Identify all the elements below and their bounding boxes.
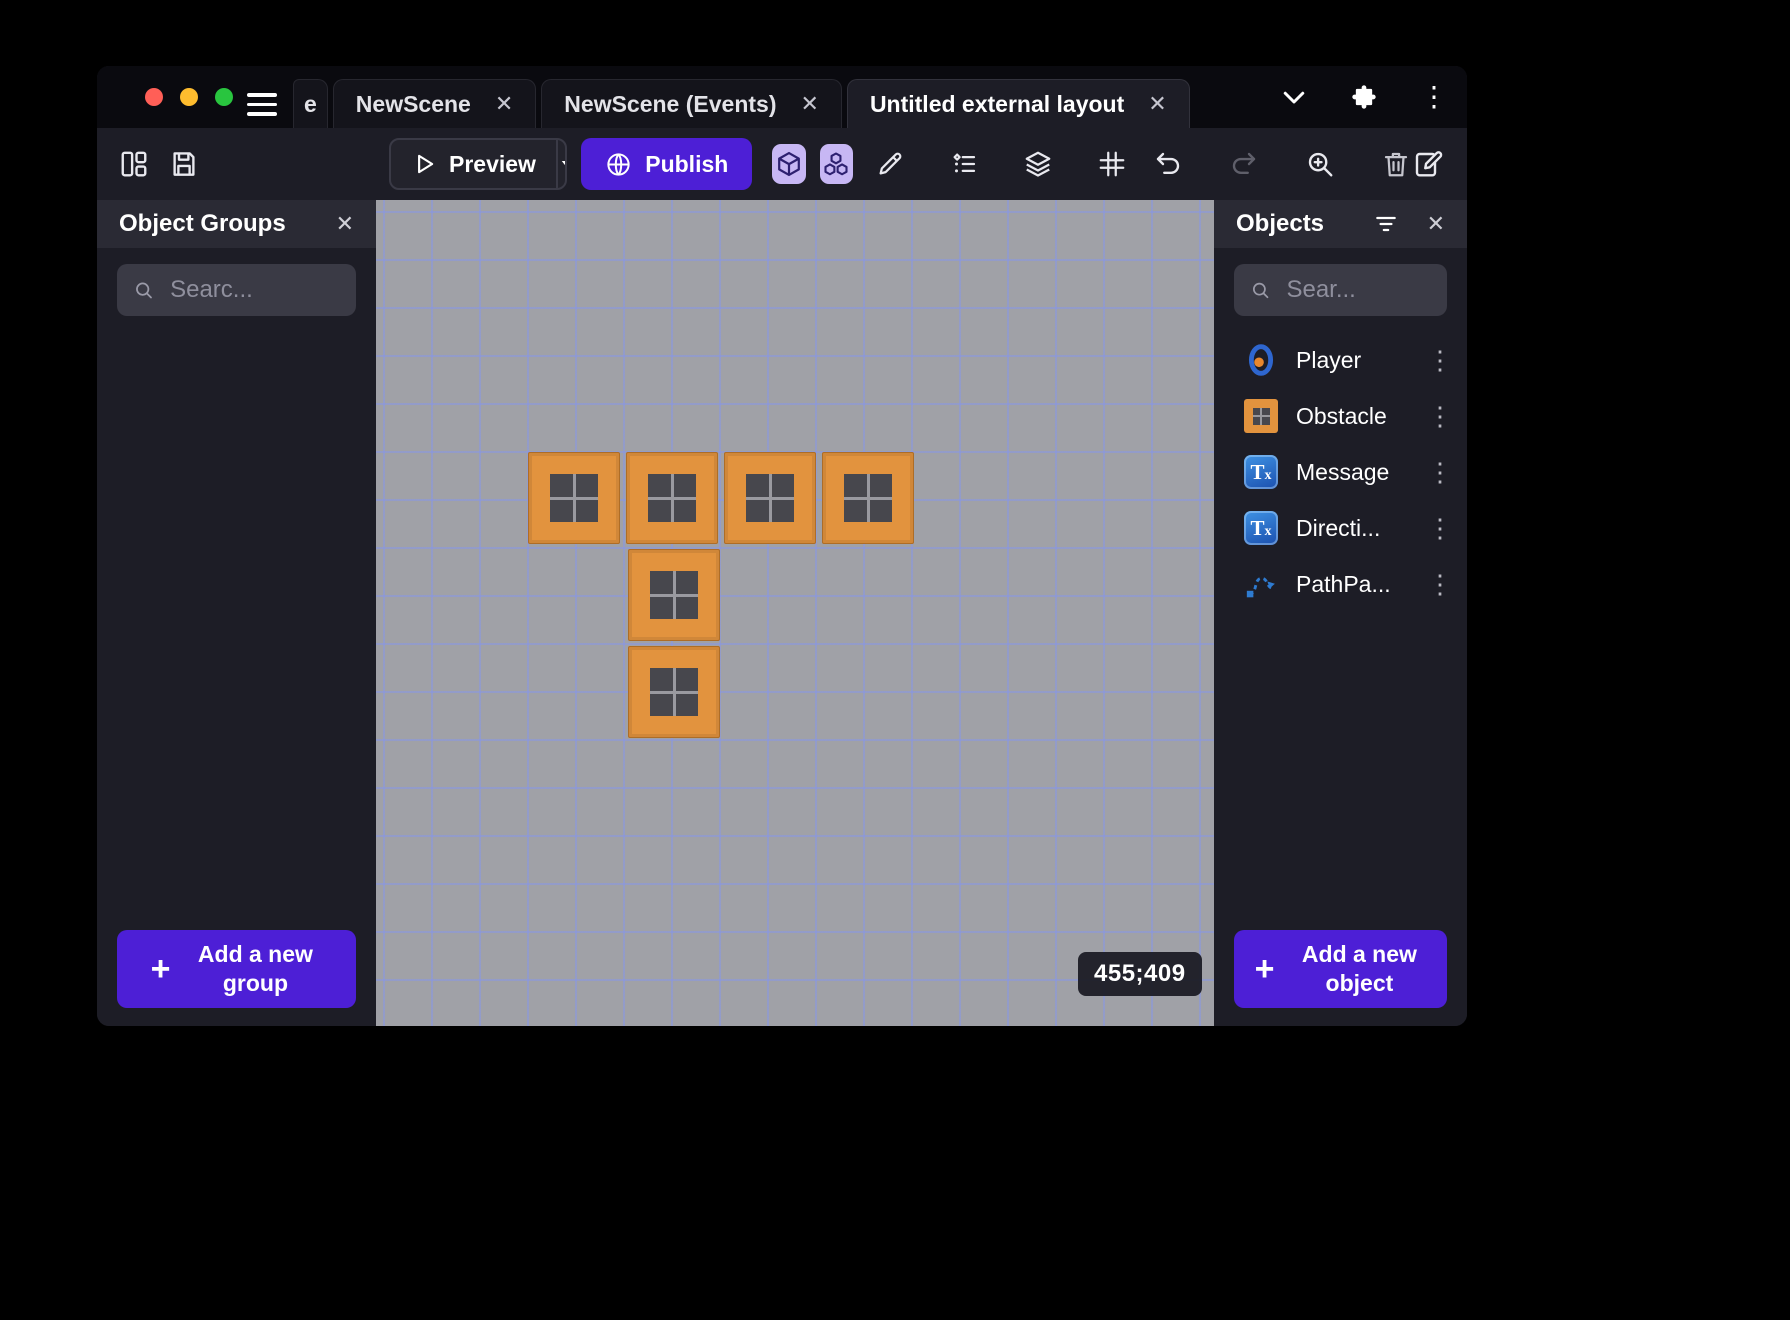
- cursor-coordinates: 455;409: [1078, 952, 1202, 996]
- toolbar: Preview Publish: [97, 128, 1467, 200]
- preview-button[interactable]: Preview: [389, 138, 567, 190]
- text-object-icon: Tx: [1244, 455, 1278, 489]
- object-label: Player: [1296, 347, 1409, 374]
- tab-label: Untitled external layout: [870, 91, 1124, 118]
- object-groups-header: Object Groups ✕: [97, 200, 376, 248]
- kebab-menu-icon[interactable]: ⋮: [1427, 515, 1451, 541]
- trash-icon[interactable]: [1379, 147, 1413, 181]
- obstacle-instance[interactable]: [628, 646, 720, 738]
- objects-title: Objects: [1236, 210, 1345, 238]
- 3d-view-cube-icon[interactable]: [772, 144, 805, 184]
- macos-fullscreen-button[interactable]: [215, 88, 233, 106]
- objects-search[interactable]: [1234, 264, 1447, 316]
- undo-icon[interactable]: [1151, 147, 1185, 181]
- main-area: Object Groups ✕ + Add a new group 455;40…: [97, 200, 1467, 1026]
- tabbar-right-actions: ⋮: [1277, 66, 1451, 128]
- close-icon[interactable]: ✕: [1427, 213, 1445, 235]
- object-groups-panel: Object Groups ✕ + Add a new group: [97, 200, 376, 1026]
- tab-truncated[interactable]: e: [293, 79, 328, 128]
- publish-button[interactable]: Publish: [581, 138, 752, 190]
- chevron-down-icon[interactable]: [1277, 80, 1311, 114]
- object-label: Directi...: [1296, 515, 1409, 542]
- object-row-message[interactable]: Tx Message ⋮: [1214, 444, 1467, 500]
- plus-icon: +: [151, 952, 171, 986]
- instances-list-icon[interactable]: [947, 147, 981, 181]
- search-input[interactable]: [1284, 275, 1431, 305]
- grid-icon[interactable]: [1095, 147, 1129, 181]
- kebab-menu-icon[interactable]: ⋮: [1427, 459, 1451, 485]
- kebab-menu-icon[interactable]: ⋮: [1427, 403, 1451, 429]
- object-row-pathpaint[interactable]: PathPa... ⋮: [1214, 556, 1467, 612]
- preview-label: Preview: [449, 151, 536, 178]
- tab-untitled-external-layout[interactable]: Untitled external layout ✕: [847, 79, 1190, 128]
- path-paint-icon: [1244, 567, 1278, 601]
- editor-tools-group: [873, 147, 1129, 181]
- obstacle-instance[interactable]: [822, 452, 914, 544]
- object-row-obstacle[interactable]: Obstacle ⋮: [1214, 388, 1467, 444]
- add-group-button[interactable]: + Add a new group: [117, 930, 356, 1008]
- main-menu-icon[interactable]: [247, 93, 277, 116]
- tab-newscene-events[interactable]: NewScene (Events) ✕: [541, 79, 842, 128]
- object-label: Message: [1296, 459, 1409, 486]
- kebab-menu-icon[interactable]: ⋮: [1417, 80, 1451, 114]
- tab-label: NewScene: [356, 91, 471, 118]
- obstacle-instance[interactable]: [628, 549, 720, 641]
- search-input[interactable]: [168, 275, 340, 305]
- object-row-directions[interactable]: Tx Directi... ⋮: [1214, 500, 1467, 556]
- tab-label: e: [304, 91, 317, 118]
- macos-minimize-button[interactable]: [180, 88, 198, 106]
- save-icon[interactable]: [169, 147, 199, 181]
- object-row-player[interactable]: Player ⋮: [1214, 332, 1467, 388]
- obstacle-icon: [1244, 399, 1278, 433]
- macos-window-controls: [145, 88, 233, 106]
- tab-newscene[interactable]: NewScene ✕: [333, 79, 537, 128]
- objects-header: Objects ✕: [1214, 200, 1467, 248]
- player-icon: [1244, 343, 1278, 377]
- app-window: e NewScene ✕ NewScene (Events) ✕ Untitle…: [97, 66, 1467, 1026]
- obstacle-instance[interactable]: [626, 452, 718, 544]
- add-group-label: Add a new group: [188, 940, 322, 998]
- scene-properties-edit-icon[interactable]: [1413, 147, 1445, 181]
- add-object-button[interactable]: + Add a new object: [1234, 930, 1447, 1008]
- object-groups-search[interactable]: [117, 264, 356, 316]
- plus-icon: +: [1255, 952, 1275, 986]
- text-object-icon: Tx: [1244, 511, 1278, 545]
- close-icon[interactable]: ✕: [1148, 93, 1166, 115]
- scene-canvas[interactable]: 455;409: [376, 200, 1214, 1026]
- kebab-menu-icon[interactable]: ⋮: [1427, 347, 1451, 373]
- close-icon[interactable]: ✕: [336, 213, 354, 235]
- tab-bar: e NewScene ✕ NewScene (Events) ✕ Untitle…: [97, 66, 1467, 128]
- globe-icon: [605, 151, 632, 178]
- zoom-in-icon[interactable]: [1303, 147, 1337, 181]
- kebab-menu-icon[interactable]: ⋮: [1427, 571, 1451, 597]
- obstacle-instance[interactable]: [528, 452, 620, 544]
- publish-label: Publish: [645, 151, 728, 178]
- object-label: Obstacle: [1296, 403, 1409, 430]
- macos-close-button[interactable]: [145, 88, 163, 106]
- close-icon[interactable]: ✕: [495, 93, 513, 115]
- history-zoom-group: [1151, 147, 1413, 181]
- redo-icon[interactable]: [1227, 147, 1261, 181]
- add-object-label: Add a new object: [1292, 940, 1426, 998]
- pencil-edit-icon[interactable]: [873, 147, 907, 181]
- panels-layout-icon[interactable]: [119, 147, 149, 181]
- play-icon: [411, 151, 437, 177]
- search-icon: [133, 277, 154, 303]
- object-groups-title: Object Groups: [119, 210, 308, 238]
- extensions-puzzle-icon[interactable]: [1347, 80, 1381, 114]
- layers-icon[interactable]: [1021, 147, 1055, 181]
- objects-list: Player ⋮ Obstacle ⋮ Tx Message ⋮ Tx Dire…: [1214, 332, 1467, 612]
- filter-icon[interactable]: [1373, 211, 1399, 237]
- preview-dropdown-caret[interactable]: [556, 140, 567, 188]
- instances-cubes-icon[interactable]: [820, 144, 853, 184]
- object-label: PathPa...: [1296, 571, 1409, 598]
- obstacle-instance[interactable]: [724, 452, 816, 544]
- search-icon: [1250, 277, 1270, 303]
- close-icon[interactable]: ✕: [801, 93, 819, 115]
- tab-label: NewScene (Events): [564, 91, 776, 118]
- objects-panel: Objects ✕ Player ⋮: [1214, 200, 1467, 1026]
